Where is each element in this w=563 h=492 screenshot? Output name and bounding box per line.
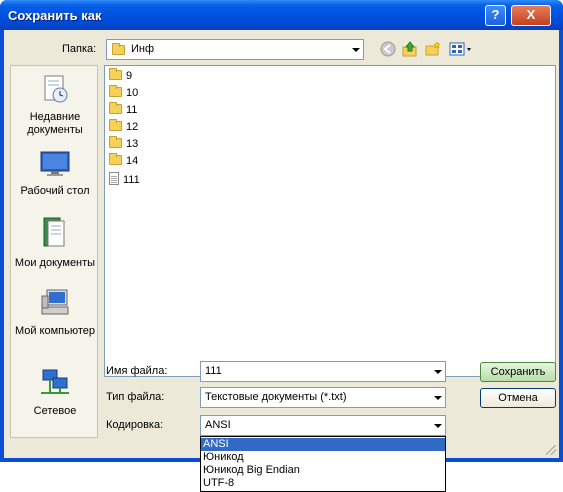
folder-label: Папка: <box>62 43 97 55</box>
item-name: 14 <box>126 155 139 167</box>
close-button[interactable]: X <box>511 5 551 26</box>
folder-icon <box>112 43 125 55</box>
network-icon <box>41 369 69 394</box>
chevron-down-icon[interactable] <box>434 370 442 374</box>
item-name: 10 <box>126 87 139 99</box>
folder-icon <box>109 102 122 114</box>
place-label: Мой компьютер <box>14 325 96 337</box>
filetype-select[interactable]: Текстовые документы (*.txt) <box>200 387 446 408</box>
encoding-option-ansi[interactable]: ANSI <box>201 438 445 451</box>
folder-icon <box>109 68 122 80</box>
back-icon[interactable] <box>380 41 396 57</box>
new-folder-icon[interactable] <box>425 41 441 57</box>
my-documents-icon <box>43 217 65 247</box>
place-my-documents[interactable]: Мои документы <box>11 216 99 270</box>
place-label: Рабочий стол <box>20 185 90 197</box>
folder-icon <box>109 119 122 131</box>
place-label: Сетевое <box>33 405 77 417</box>
item-name: 111 <box>123 174 140 186</box>
help-button[interactable]: ? <box>485 5 506 26</box>
encoding-value: ANSI <box>205 419 231 431</box>
chevron-down-icon[interactable] <box>352 48 360 52</box>
dialog-title: Сохранить как <box>8 8 102 23</box>
chevron-down-icon[interactable] <box>434 396 442 400</box>
list-item[interactable]: 12 <box>109 119 139 137</box>
folder-icon <box>109 153 122 165</box>
list-item[interactable]: 111 <box>109 172 140 188</box>
list-item[interactable]: 14 <box>109 153 139 171</box>
place-network[interactable]: Сетевое <box>11 368 99 418</box>
encoding-dropdown-list[interactable]: ANSI Юникод Юникод Big Endian UTF-8 <box>200 436 446 492</box>
view-menu-icon[interactable] <box>449 41 473 57</box>
list-item[interactable]: 10 <box>109 85 139 103</box>
item-name: 9 <box>126 70 133 82</box>
list-item[interactable]: 13 <box>109 136 139 154</box>
filename-value: 111 <box>205 365 222 377</box>
filename-label: Имя файла: <box>106 365 168 377</box>
my-computer-icon <box>41 289 69 315</box>
item-name: 12 <box>126 121 139 133</box>
desktop-icon <box>40 151 70 176</box>
filetype-value: Текстовые документы (*.txt) <box>205 391 347 403</box>
list-item[interactable]: 9 <box>109 68 133 86</box>
encoding-select[interactable]: ANSI <box>200 415 446 436</box>
encoding-label: Кодировка: <box>106 419 164 431</box>
resize-grip[interactable] <box>546 445 556 455</box>
chevron-down-icon[interactable] <box>434 424 442 428</box>
filename-input[interactable]: 111 <box>200 361 446 382</box>
place-recent-documents[interactable]: Недавние документы <box>11 74 99 137</box>
dialog-body: Папка: Инф Недавние документы Рабочий ст… <box>4 30 559 458</box>
encoding-option-unicode[interactable]: Юникод <box>201 451 445 464</box>
place-label: Мои документы <box>14 257 96 269</box>
save-button[interactable]: Сохранить <box>480 362 556 382</box>
place-label: Недавние документы <box>27 111 83 136</box>
filetype-label: Тип файла: <box>106 391 165 403</box>
recent-documents-icon <box>44 75 68 103</box>
file-list[interactable]: 9 10 11 12 13 14 111 <box>104 65 556 377</box>
item-name: 13 <box>126 138 139 150</box>
list-item[interactable]: 11 <box>109 102 138 120</box>
place-desktop[interactable]: Рабочий стол <box>11 150 99 198</box>
cancel-button[interactable]: Отмена <box>480 388 556 408</box>
save-as-dialog: Сохранить как ? X Папка: Инф Недавние до… <box>0 0 563 462</box>
up-folder-icon[interactable] <box>402 41 418 57</box>
encoding-option-unicode-big-endian[interactable]: Юникод Big Endian <box>201 464 445 477</box>
item-name: 11 <box>126 104 138 116</box>
places-bar: Недавние документы Рабочий стол Мои доку… <box>10 65 98 438</box>
folder-select[interactable]: Инф <box>106 39 364 60</box>
folder-icon <box>109 85 122 97</box>
folder-select-value: Инф <box>131 43 155 55</box>
folder-icon <box>109 136 122 148</box>
encoding-option-utf8[interactable]: UTF-8 <box>201 477 445 490</box>
title-bar[interactable]: Сохранить как ? X <box>0 0 563 30</box>
place-my-computer[interactable]: Мой компьютер <box>11 288 99 338</box>
text-file-icon <box>109 172 119 185</box>
